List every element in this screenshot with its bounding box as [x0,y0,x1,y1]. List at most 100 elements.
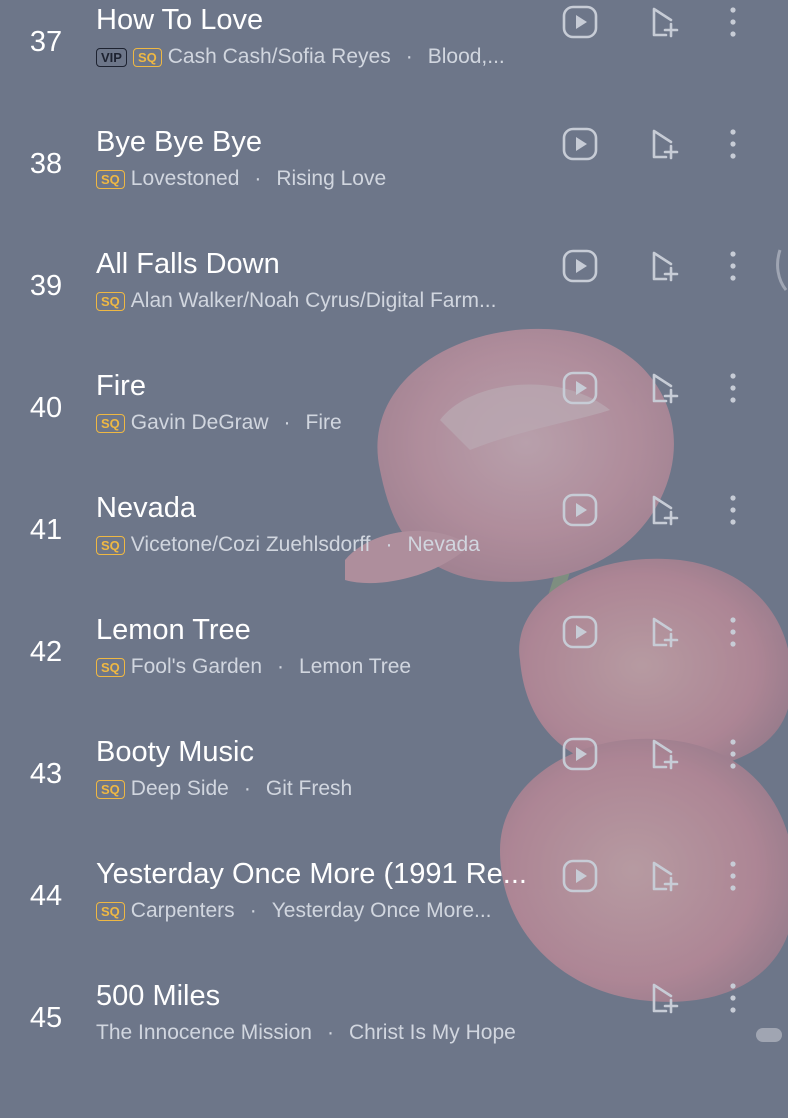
song-subtitle: SQ Deep Side · Git Fresh [96,774,550,804]
separator-dot: · [243,777,251,800]
song-album[interactable]: Christ Is My Hope [349,1021,550,1045]
song-subtitle: SQ Alan Walker/Noah Cyrus/Digital Farm..… [96,286,550,316]
add-to-playlist-icon [652,495,679,526]
song-title: Nevada [96,492,196,524]
track-number: 37 [29,26,63,58]
more-options-button[interactable] [711,732,755,776]
play-video-icon [562,493,598,527]
add-to-playlist-button[interactable] [643,854,687,898]
song-album[interactable]: Fire [306,411,550,435]
song-artist[interactable]: The Innocence Mission [96,1021,312,1045]
song-artist[interactable]: Cash Cash/Sofia Reyes [168,45,391,69]
song-title: Yesterday Once More (1991 Re... [96,858,527,890]
song-title: Bye Bye Bye [96,126,263,158]
sq-badge: SQ [96,169,125,189]
add-to-playlist-button[interactable] [643,0,687,44]
separator-dot: · [254,167,262,190]
more-options-icon [730,617,736,647]
add-to-playlist-button[interactable] [643,732,687,776]
play-video-button[interactable] [558,244,602,288]
song-row[interactable]: 45 500 Miles The Innocence Mission · Chr… [0,980,788,1118]
song-artist[interactable]: Carpenters [131,899,235,923]
add-to-playlist-icon [652,861,679,892]
song-artist[interactable]: Deep Side [131,777,229,801]
more-options-icon [730,251,736,281]
more-options-button[interactable] [711,854,755,898]
more-options-button[interactable] [711,0,755,44]
more-options-icon [730,739,736,769]
add-to-playlist-button[interactable] [643,610,687,654]
song-artist[interactable]: Lovestoned [131,167,240,191]
song-subtitle: VIP SQ Cash Cash/Sofia Reyes · Blood,... [96,42,550,72]
song-album[interactable]: Yesterday Once More... [272,899,550,923]
separator-dot: · [277,655,285,678]
sq-badge: SQ [96,535,125,555]
separator-dot: · [249,899,257,922]
play-video-button[interactable] [558,610,602,654]
separator-dot: · [283,411,291,434]
more-options-button[interactable] [711,244,755,288]
add-to-playlist-button[interactable] [643,244,687,288]
song-title: Lemon Tree [96,614,251,646]
more-options-button[interactable] [711,122,755,166]
track-number: 45 [29,1002,63,1034]
sq-badge: SQ [96,901,125,921]
more-options-button[interactable] [711,366,755,410]
add-to-playlist-icon [652,7,679,38]
song-subtitle: SQ Fool's Garden · Lemon Tree [96,652,550,682]
add-to-playlist-icon [652,251,679,282]
play-video-button[interactable] [558,0,602,44]
play-video-icon [562,859,598,893]
more-options-icon [730,7,736,37]
corner-badge [756,1028,782,1042]
track-number: 41 [29,514,63,546]
play-video-button[interactable] [558,122,602,166]
add-to-playlist-icon [652,739,679,770]
add-to-playlist-button[interactable] [643,976,687,1020]
add-to-playlist-button[interactable] [643,122,687,166]
track-number: 39 [29,270,63,302]
song-artist[interactable]: Vicetone/Cozi Zuehlsdorff [131,533,371,557]
track-number: 42 [29,636,63,668]
play-video-icon [562,615,598,649]
song-album[interactable]: Rising Love [276,167,550,191]
play-video-button[interactable] [558,854,602,898]
song-album[interactable]: Nevada [408,533,551,557]
song-subtitle: SQ Vicetone/Cozi Zuehlsdorff · Nevada [96,530,550,560]
song-artist[interactable]: Fool's Garden [131,655,262,679]
add-to-playlist-button[interactable] [643,366,687,410]
more-options-button[interactable] [711,976,755,1020]
song-album[interactable]: Blood,... [428,45,550,69]
track-number: 43 [29,758,63,790]
play-video-button[interactable] [558,732,602,776]
song-list: 37 How To Love VIP SQ Cash Cash/Sofia Re… [0,0,788,1050]
play-video-icon [562,127,598,161]
track-number: 38 [29,148,63,180]
sq-badge: SQ [96,779,125,799]
song-title: All Falls Down [96,248,280,280]
vip-badge: VIP [96,47,127,67]
song-subtitle: The Innocence Mission · Christ Is My Hop… [96,1018,550,1048]
play-video-icon [562,5,598,39]
more-options-icon [730,983,736,1013]
sq-badge: SQ [132,47,162,67]
separator-dot: · [326,1021,334,1044]
more-options-icon [730,861,736,891]
play-video-button[interactable] [558,488,602,532]
play-video-icon [562,371,598,405]
song-artist[interactable]: Gavin DeGraw [131,411,269,435]
song-album[interactable]: Lemon Tree [299,655,550,679]
song-subtitle: SQ Gavin DeGraw · Fire [96,408,550,438]
add-to-playlist-icon [652,617,679,648]
play-video-button[interactable] [558,366,602,410]
song-title: Fire [96,370,146,402]
more-options-button[interactable] [711,610,755,654]
song-album[interactable]: Git Fresh [266,777,550,801]
song-artist[interactable]: Alan Walker/Noah Cyrus/Digital Farm... [131,289,497,313]
song-subtitle: SQ Carpenters · Yesterday Once More... [96,896,550,926]
play-video-icon [562,737,598,771]
more-options-button[interactable] [711,488,755,532]
separator-dot: · [405,45,413,68]
add-to-playlist-button[interactable] [643,488,687,532]
sq-badge: SQ [96,413,125,433]
